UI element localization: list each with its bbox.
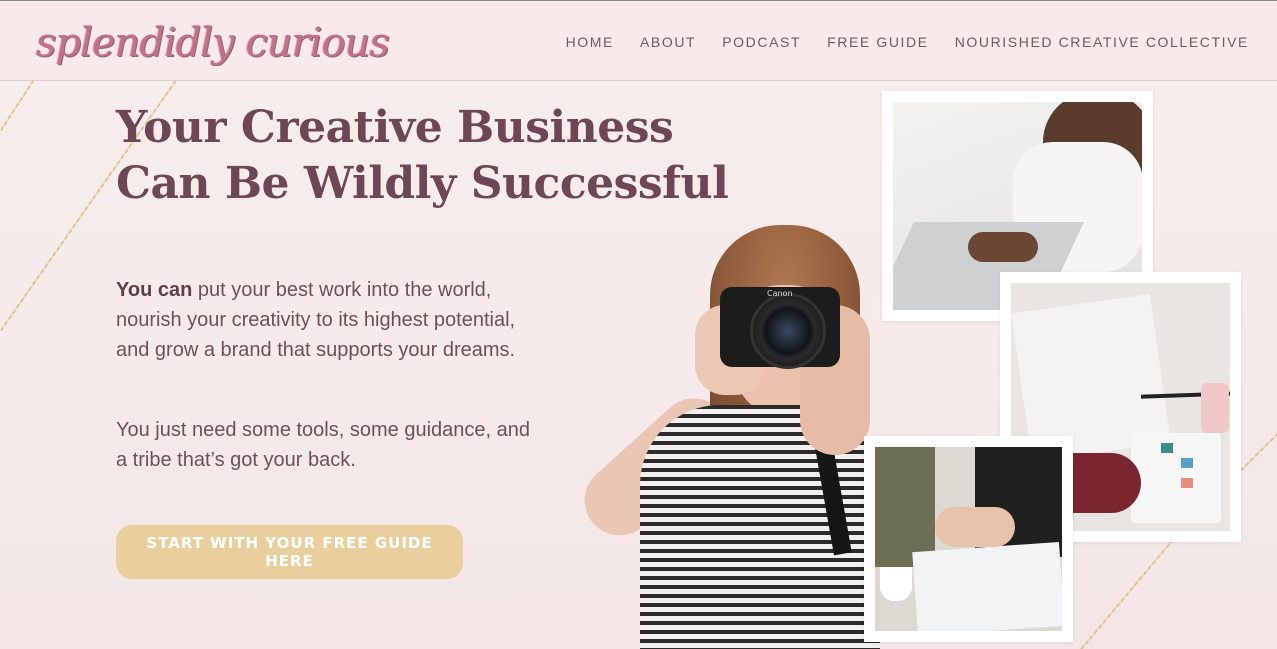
hero-paragraph-1: You can put your best work into the worl… — [116, 275, 536, 365]
hero-paragraph-2: You just need some tools, some guidance,… — [116, 419, 530, 471]
free-guide-cta-button[interactable]: START WITH YOUR FREE GUIDE HERE — [116, 525, 463, 579]
nav-nourished-creative-collective[interactable]: NOURISHED CREATIVE COLLECTIVE — [955, 34, 1249, 50]
camera-brand: Canon — [767, 289, 793, 298]
logo[interactable]: splendidly curious — [36, 15, 390, 71]
camera-lens — [750, 293, 826, 369]
nav-podcast[interactable]: PODCAST — [722, 34, 801, 50]
photo-planner — [864, 436, 1073, 642]
page: splendidly curious HOME ABOUT PODCAST FR… — [0, 0, 1277, 649]
nav-free-guide[interactable]: FREE GUIDE — [827, 34, 929, 50]
hero-headline-line1: Your Creative Business — [116, 102, 674, 153]
hero-paragraph-1-bold: You can — [116, 279, 193, 301]
hero-headline-line2: Can Be Wildly Successful — [116, 158, 729, 209]
nav-home[interactable]: HOME — [566, 34, 614, 50]
hero-headline: Your Creative Business Can Be Wildly Suc… — [116, 100, 736, 212]
site-header: splendidly curious HOME ABOUT PODCAST FR… — [0, 0, 1277, 81]
nav-about[interactable]: ABOUT — [640, 34, 696, 50]
photo-planner-image — [875, 447, 1062, 631]
gold-line-decoration — [1240, 420, 1277, 472]
main-nav: HOME ABOUT PODCAST FREE GUIDE NOURISHED … — [566, 1, 1249, 82]
photographer-image: Canon — [550, 225, 880, 649]
